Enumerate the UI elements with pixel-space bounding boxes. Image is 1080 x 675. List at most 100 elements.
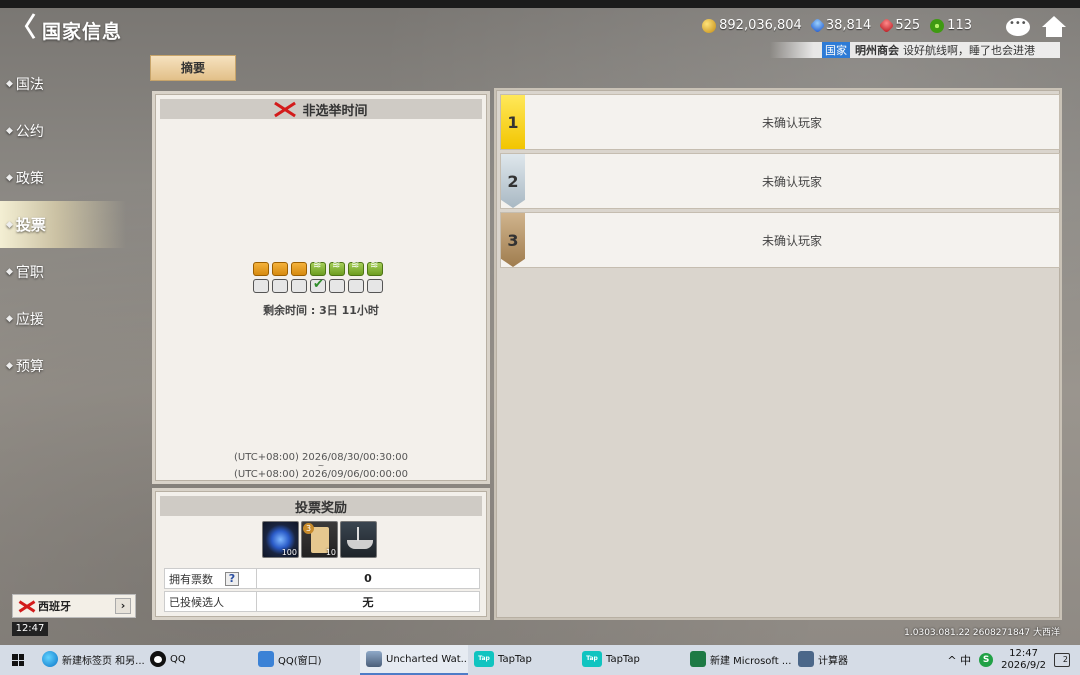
rank-row[interactable]: 1 未确认玩家 [500,94,1060,150]
bullet-icon: ◆ [6,266,13,277]
day-cell [348,260,364,276]
taskbar-app-qq[interactable]: QQ [144,645,252,675]
version-text: 1.0303.081.22 2608271847 大西洋 [904,628,1060,638]
windows-icon [12,654,24,666]
taskbar-app-taptap[interactable]: Tap TapTap [468,645,576,675]
voted-candidate-label: 已投候选人 [165,592,257,611]
bullet-icon: ◆ [6,360,13,371]
sidebar-item-treaty[interactable]: ◆ 公约 [0,107,140,154]
resource-bar: 892,036,804 38,814 525 113 [702,17,972,34]
gold-coin-icon [702,18,717,33]
sidebar: ◆ 国法 ◆ 公约 ◆ 政策 ◆ 投票 ◆ 官职 ◆ 应援 ◆ 预算 [0,60,140,389]
header: 〈 国家信息 892,036,804 38,814 525 113 国家 明州商… [0,8,1080,58]
ticker-sender: 明州商会 [855,44,899,57]
nation-name: 西班牙 [38,600,71,613]
game-icon [366,651,382,667]
taskbar-app-edge[interactable]: 新建标签页 和另... [36,645,144,675]
day-cell [272,279,288,293]
blue-gem-icon [809,17,826,34]
day-cell [253,262,269,276]
back-button[interactable]: 〈 [10,15,36,42]
day-cell [348,279,364,293]
day-cell [329,260,345,276]
sidebar-item-vote[interactable]: ◆ 投票 [0,201,140,248]
app-title-bar [0,0,1080,8]
reward-header: 投票奖励 [160,496,482,516]
day-cell [272,262,288,276]
start-button[interactable] [0,645,36,675]
rank-row[interactable]: 2 未确认玩家 [500,153,1060,209]
election-title: 非选举时间 [302,103,368,119]
red-gem-icon [879,17,895,34]
game-window: 〈 国家信息 892,036,804 38,814 525 113 国家 明州商… [0,8,1080,645]
votes-owned-value: 0 [364,572,372,585]
bullet-icon: ◆ [6,125,13,136]
tab-summary[interactable]: 摘要 [150,55,236,81]
chat-icon[interactable] [1006,18,1030,36]
s-app-icon[interactable]: S [979,653,994,667]
notification-icon[interactable]: 2 [1054,653,1070,667]
sidebar-item-budget[interactable]: ◆ 预算 [0,342,140,389]
tray-symbols[interactable]: ^ 中 [947,652,971,668]
ranking-panel: 1 未确认玩家 2 未确认玩家 3 未确认玩家 [494,88,1062,620]
chat-ticker[interactable]: 国家 明州商会 设好航线啊，睡了也会进港 [770,42,1060,58]
edge-icon [42,651,58,667]
ticker-tag: 国家 [822,42,850,58]
taskbar-app-taptap-2[interactable]: Tap TapTap [576,645,684,675]
bullet-icon: ◆ [6,219,13,230]
qq-icon [150,651,166,667]
sidebar-item-support[interactable]: ◆ 应援 [0,295,140,342]
rank-player-name: 未确认玩家 [761,233,822,248]
rank-badge-gold: 1 [501,95,525,149]
end-time: (UTC+08:00) 2026/09/06/00:00:00 [234,469,408,480]
rank-player-name: 未确认玩家 [761,174,822,189]
nation-flag-icon [19,600,35,612]
page-title: 国家信息 [42,21,123,43]
resource-red-gem: 525 [879,17,920,34]
rank-player-name: 未确认玩家 [761,115,822,130]
taskbar-app-qq-window[interactable]: QQ(窗口) [252,645,360,675]
resource-blue-gem: 38,814 [809,17,871,34]
votes-owned-label: 拥有票数 [169,572,213,586]
calculator-icon [798,651,814,667]
game-clock: 12:47 [12,622,48,636]
ticket-icon[interactable]: 3 10 [301,521,338,558]
day-cell [291,262,307,276]
taskbar-app-calculator[interactable]: 计算器 [792,645,900,675]
sapphire-gem-icon[interactable]: 100 [262,521,299,558]
ticker-message: 设好航线啊，睡了也会进港 [903,44,1035,57]
votes-owned-row: 拥有票数? 0 [164,568,480,589]
sidebar-item-office[interactable]: ◆ 官职 [0,248,140,295]
taskbar-clock[interactable]: 12:47 2026/9/2 [1001,648,1046,672]
taskbar-app-game[interactable]: Uncharted Wat... [360,645,468,675]
rank-badge-bronze: 3 [501,213,525,267]
day-cell [291,279,307,293]
vote-day-grid [253,260,383,293]
sidebar-item-policy[interactable]: ◆ 政策 [0,154,140,201]
taptap-icon: Tap [474,651,494,667]
nation-flag-icon [274,102,296,116]
election-panel: 非选举时间 剩余时间 : 3日 11小时 (UTC+08:00) 2026/08… [152,91,490,484]
taskbar-app-excel[interactable]: 新建 Microsoft ... [684,645,792,675]
help-icon[interactable]: ? [225,571,239,586]
sidebar-item-law[interactable]: ◆ 国法 [0,60,140,107]
rank-row[interactable]: 3 未确认玩家 [500,212,1060,268]
chevron-right-icon[interactable]: › [115,598,131,614]
taskbar: 新建标签页 和另... QQ QQ(窗口) Uncharted Wat... T… [0,645,1080,675]
resource-gold: 892,036,804 [702,18,802,33]
day-cell [253,279,269,293]
reward-panel: 投票奖励 100 3 10 拥有票数? 0 已投候选人 无 [152,488,490,620]
system-tray: ^ 中 S 12:47 2026/9/2 2 [947,645,1080,675]
qq-window-icon [258,651,274,667]
ship-icon[interactable] [340,521,377,558]
check-icon [310,277,326,293]
excel-icon [690,651,706,667]
day-cell [329,279,345,293]
tier-badge: 3 [303,523,314,534]
reward-items: 100 3 10 [262,521,377,558]
election-header: 非选举时间 [160,99,482,119]
home-icon[interactable] [1042,16,1066,38]
reward-title: 投票奖励 [294,500,347,516]
nation-selector[interactable]: 西班牙 › [12,594,136,618]
green-gear-icon [930,18,945,33]
